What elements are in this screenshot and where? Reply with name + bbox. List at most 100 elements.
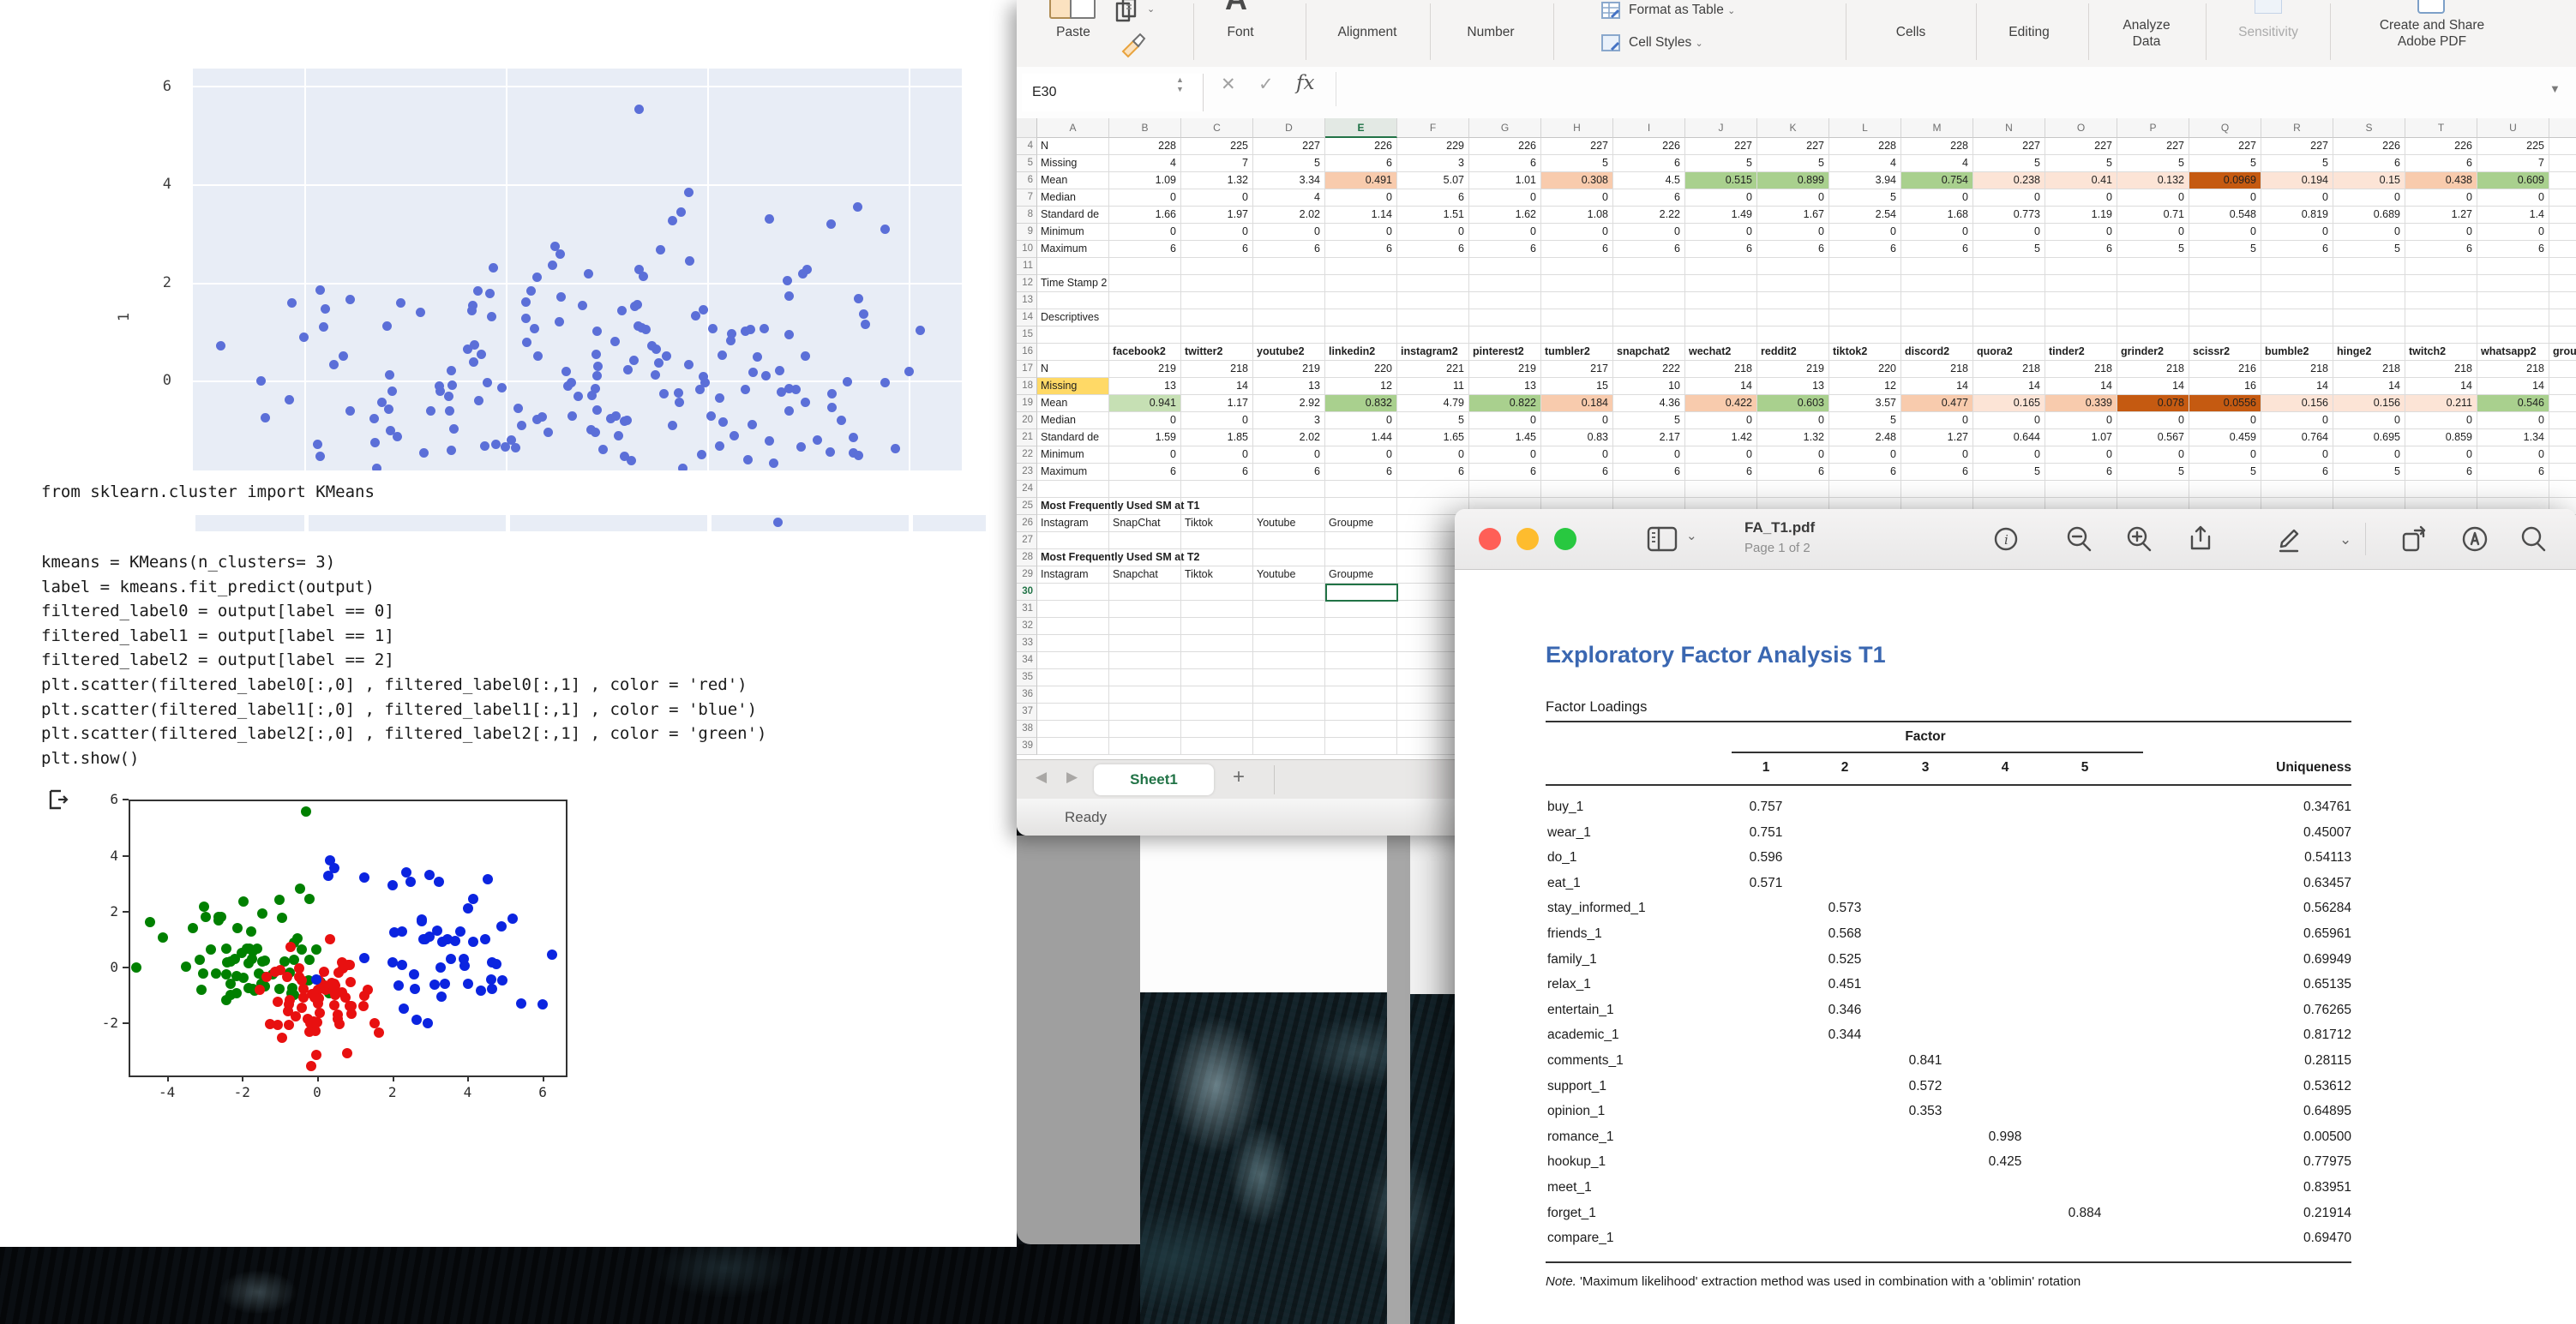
grid-cell-S23[interactable]: 5 <box>2333 464 2405 481</box>
grid-cell-E8[interactable]: 1.14 <box>1325 207 1397 224</box>
grid-cell-M14[interactable] <box>1901 309 1973 327</box>
grid-cell-P15[interactable] <box>2117 327 2189 344</box>
grid-cell-B14[interactable] <box>1109 309 1181 327</box>
grid-cell-E35[interactable] <box>1325 669 1397 686</box>
formula-expand-icon[interactable]: ▼ <box>2549 82 2561 95</box>
grid-cell-Q19[interactable]: 0.0556 <box>2189 395 2261 412</box>
grid-cell-E39[interactable] <box>1325 738 1397 755</box>
grid-cell-D32[interactable] <box>1253 618 1325 635</box>
grid-cell-L4[interactable]: 228 <box>1829 138 1901 155</box>
grid-cell-T9[interactable]: 0 <box>2405 224 2477 241</box>
grid-cell-H5[interactable]: 5 <box>1541 155 1613 172</box>
grid-cell-L21[interactable]: 2.48 <box>1829 429 1901 446</box>
grid-cell-A27[interactable] <box>1037 532 1109 549</box>
grid-cell-B23[interactable]: 6 <box>1109 464 1181 481</box>
grid-cell-D13[interactable] <box>1253 292 1325 309</box>
grid-cell-H20[interactable]: 0 <box>1541 412 1613 429</box>
add-sheet-button[interactable]: + <box>1233 765 1245 789</box>
grid-cell-E6[interactable]: 0.491 <box>1325 172 1397 189</box>
grid-cell-F14[interactable] <box>1397 309 1469 327</box>
grid-cell-Q22[interactable]: 0 <box>2189 446 2261 464</box>
grid-cell-I22[interactable]: 0 <box>1613 446 1685 464</box>
grid-cell-N22[interactable]: 0 <box>1973 446 2045 464</box>
grid-cell-P4[interactable]: 227 <box>2117 138 2189 155</box>
sidebar-chevron-icon[interactable]: ⌄ <box>1686 528 1697 543</box>
grid-cell-O18[interactable]: 14 <box>2045 378 2117 395</box>
grid-cell-K11[interactable] <box>1757 258 1829 275</box>
grid-cell-K9[interactable]: 0 <box>1757 224 1829 241</box>
code-import-line[interactable]: from sklearn.cluster import KMeans <box>41 482 375 501</box>
grid-cell-S11[interactable] <box>2333 258 2405 275</box>
grid-cell-U24[interactable] <box>2477 481 2549 498</box>
grid-cell-V20[interactable] <box>2549 412 2576 429</box>
grid-cell-E37[interactable] <box>1325 704 1397 721</box>
grid-cell-A39[interactable] <box>1037 738 1109 755</box>
grid-cell-G6[interactable]: 1.01 <box>1469 172 1541 189</box>
grid-cell-L9[interactable]: 0 <box>1829 224 1901 241</box>
grid-cell-M11[interactable] <box>1901 258 1973 275</box>
grid-cell-B5[interactable]: 4 <box>1109 155 1181 172</box>
grid-cell-O6[interactable]: 0.41 <box>2045 172 2117 189</box>
grid-cell-J8[interactable]: 1.49 <box>1685 207 1757 224</box>
copy-icon[interactable] <box>1113 0 1142 26</box>
grid-cell-G16[interactable]: pinterest2 <box>1469 344 1541 361</box>
grid-cell-V7[interactable] <box>2549 189 2576 207</box>
format-as-table-button[interactable]: Format as Table ⌄ <box>1629 3 1735 18</box>
name-box-spinner[interactable]: ▲▼ <box>1176 75 1184 94</box>
code-line[interactable]: plt.scatter(filtered_label2[:,0] , filte… <box>41 724 766 749</box>
grid-cell-O21[interactable]: 1.07 <box>2045 429 2117 446</box>
grid-cell-V17[interactable] <box>2549 361 2576 378</box>
grid-cell-K14[interactable] <box>1757 309 1829 327</box>
grid-cell-C37[interactable] <box>1181 704 1253 721</box>
grid-cell-D33[interactable] <box>1253 635 1325 652</box>
grid-cell-H11[interactable] <box>1541 258 1613 275</box>
grid-cell-Q9[interactable]: 0 <box>2189 224 2261 241</box>
grid-cell-V10[interactable] <box>2549 241 2576 258</box>
grid-cell-C25[interactable] <box>1181 498 1253 515</box>
column-header-L[interactable]: L <box>1829 118 1901 138</box>
grid-cell-K18[interactable]: 13 <box>1757 378 1829 395</box>
grid-cell-Q16[interactable]: scissr2 <box>2189 344 2261 361</box>
grid-cell-N19[interactable]: 0.165 <box>1973 395 2045 412</box>
grid-cell-R10[interactable]: 6 <box>2261 241 2333 258</box>
grid-cell-V19[interactable] <box>2549 395 2576 412</box>
column-header-I[interactable]: I <box>1613 118 1685 138</box>
grid-cell-C34[interactable] <box>1181 652 1253 669</box>
grid-cell-T4[interactable]: 226 <box>2405 138 2477 155</box>
grid-cell-D9[interactable]: 0 <box>1253 224 1325 241</box>
grid-cell-U18[interactable]: 14 <box>2477 378 2549 395</box>
grid-cell-O9[interactable]: 0 <box>2045 224 2117 241</box>
grid-cell-C38[interactable] <box>1181 721 1253 738</box>
grid-cell-F11[interactable] <box>1397 258 1469 275</box>
grid-cell-B36[interactable] <box>1109 686 1181 704</box>
grid-cell-A23[interactable]: Maximum <box>1037 464 1109 481</box>
grid-cell-E36[interactable] <box>1325 686 1397 704</box>
grid-cell-K5[interactable]: 5 <box>1757 155 1829 172</box>
grid-cell-Q11[interactable] <box>2189 258 2261 275</box>
grid-cell-C28[interactable] <box>1181 549 1253 566</box>
grid-cell-Q24[interactable] <box>2189 481 2261 498</box>
grid-cell-S4[interactable]: 226 <box>2333 138 2405 155</box>
grid-cell-C13[interactable] <box>1181 292 1253 309</box>
grid-cell-S8[interactable]: 0.689 <box>2333 207 2405 224</box>
column-header-A[interactable]: A <box>1037 118 1109 138</box>
grid-cell-T14[interactable] <box>2405 309 2477 327</box>
grid-cell-M9[interactable]: 0 <box>1901 224 1973 241</box>
grid-cell-H15[interactable] <box>1541 327 1613 344</box>
grid-cell-C26[interactable]: Tiktok <box>1181 515 1253 532</box>
formula-input[interactable] <box>1348 74 2539 108</box>
grid-cell-A22[interactable]: Minimum <box>1037 446 1109 464</box>
alignment-group-label[interactable]: Alignment <box>1338 24 1397 40</box>
grid-cell-G17[interactable]: 219 <box>1469 361 1541 378</box>
grid-cell-Q20[interactable]: 0 <box>2189 412 2261 429</box>
grid-cell-V9[interactable] <box>2549 224 2576 241</box>
grid-cell-G22[interactable]: 0 <box>1469 446 1541 464</box>
grid-cell-M17[interactable]: 218 <box>1901 361 1973 378</box>
grid-cell-G24[interactable] <box>1469 481 1541 498</box>
grid-cell-N9[interactable]: 0 <box>1973 224 2045 241</box>
grid-cell-D30[interactable] <box>1253 584 1325 601</box>
grid-cell-M13[interactable] <box>1901 292 1973 309</box>
grid-cell-J9[interactable]: 0 <box>1685 224 1757 241</box>
grid-cell-Q6[interactable]: 0.0969 <box>2189 172 2261 189</box>
grid-cell-F13[interactable] <box>1397 292 1469 309</box>
